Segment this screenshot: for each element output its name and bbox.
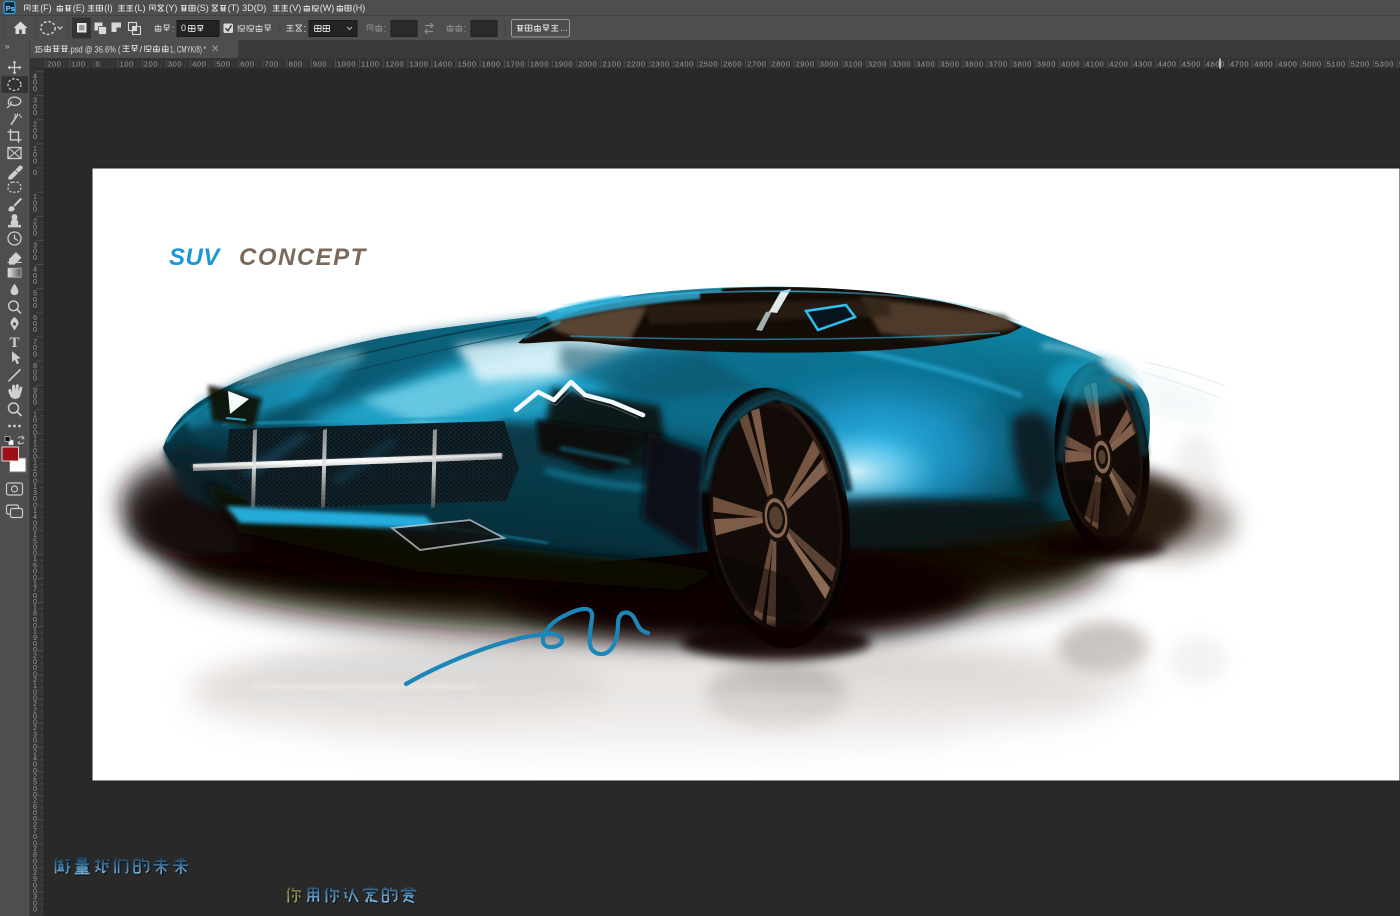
svg-text:T: T — [10, 335, 20, 351]
svg-text:0: 0 — [33, 156, 37, 165]
svg-text:0: 0 — [33, 229, 37, 238]
svg-text:15: 15 — [34, 45, 43, 56]
svg-text:0: 0 — [181, 23, 186, 33]
svg-text:600: 600 — [240, 60, 254, 69]
svg-text:3200: 3200 — [868, 60, 887, 69]
svg-text:700: 700 — [265, 60, 279, 69]
svg-text:300: 300 — [168, 60, 182, 69]
svg-text:0: 0 — [33, 205, 37, 214]
svg-text:Ps: Ps — [6, 4, 15, 13]
svg-text:200: 200 — [47, 60, 61, 69]
svg-text:0: 0 — [33, 84, 37, 93]
svg-text:0: 0 — [96, 60, 101, 69]
svg-text:100: 100 — [120, 60, 134, 69]
svg-text:0: 0 — [33, 905, 37, 914]
svg-text:400: 400 — [192, 60, 206, 69]
svg-text:(I): (I) — [104, 3, 113, 13]
svg-text:(E): (E) — [73, 3, 85, 13]
svg-text:500: 500 — [216, 60, 230, 69]
svg-text:...: ... — [561, 23, 568, 33]
svg-text:/: / — [140, 45, 143, 56]
svg-text::: : — [463, 23, 466, 35]
svg-text:1400: 1400 — [433, 60, 452, 69]
svg-text:(W): (W) — [320, 3, 335, 13]
svg-text:0: 0 — [33, 349, 37, 358]
svg-text:0: 0 — [33, 398, 37, 407]
svg-text:0: 0 — [33, 253, 37, 262]
svg-text:200: 200 — [144, 60, 158, 69]
svg-text:100: 100 — [71, 60, 85, 69]
svg-text:0: 0 — [33, 108, 37, 117]
svg-text::: : — [172, 24, 175, 34]
svg-text:(S): (S) — [197, 3, 209, 13]
svg-text:900: 900 — [313, 60, 327, 69]
svg-text:(V): (V) — [289, 3, 301, 13]
svg-text:0: 0 — [33, 301, 37, 310]
svg-text:SUV: SUV — [169, 244, 221, 271]
svg-text:(H): (H) — [353, 3, 366, 13]
svg-text:(T): (T) — [228, 3, 240, 13]
svg-text:(F): (F) — [40, 3, 52, 13]
svg-text:0: 0 — [33, 168, 37, 177]
svg-text:.psd @ 36.6% (: .psd @ 36.6% ( — [69, 45, 122, 56]
svg-text:0: 0 — [33, 277, 37, 286]
svg-text:»: » — [5, 42, 10, 51]
svg-text:0: 0 — [33, 325, 37, 334]
svg-text:0: 0 — [33, 374, 37, 383]
svg-text:(L): (L) — [135, 3, 146, 13]
svg-text:1, CMYK/8) *: 1, CMYK/8) * — [170, 45, 206, 56]
svg-text:CONCEPT: CONCEPT — [239, 244, 368, 271]
svg-text:1100: 1100 — [361, 60, 380, 69]
svg-text::: : — [303, 23, 306, 35]
svg-text:800: 800 — [289, 60, 303, 69]
svg-text::: : — [383, 23, 386, 35]
svg-text:3D(D): 3D(D) — [242, 3, 266, 13]
svg-text:0: 0 — [33, 132, 37, 141]
svg-text:(Y): (Y) — [165, 3, 177, 13]
